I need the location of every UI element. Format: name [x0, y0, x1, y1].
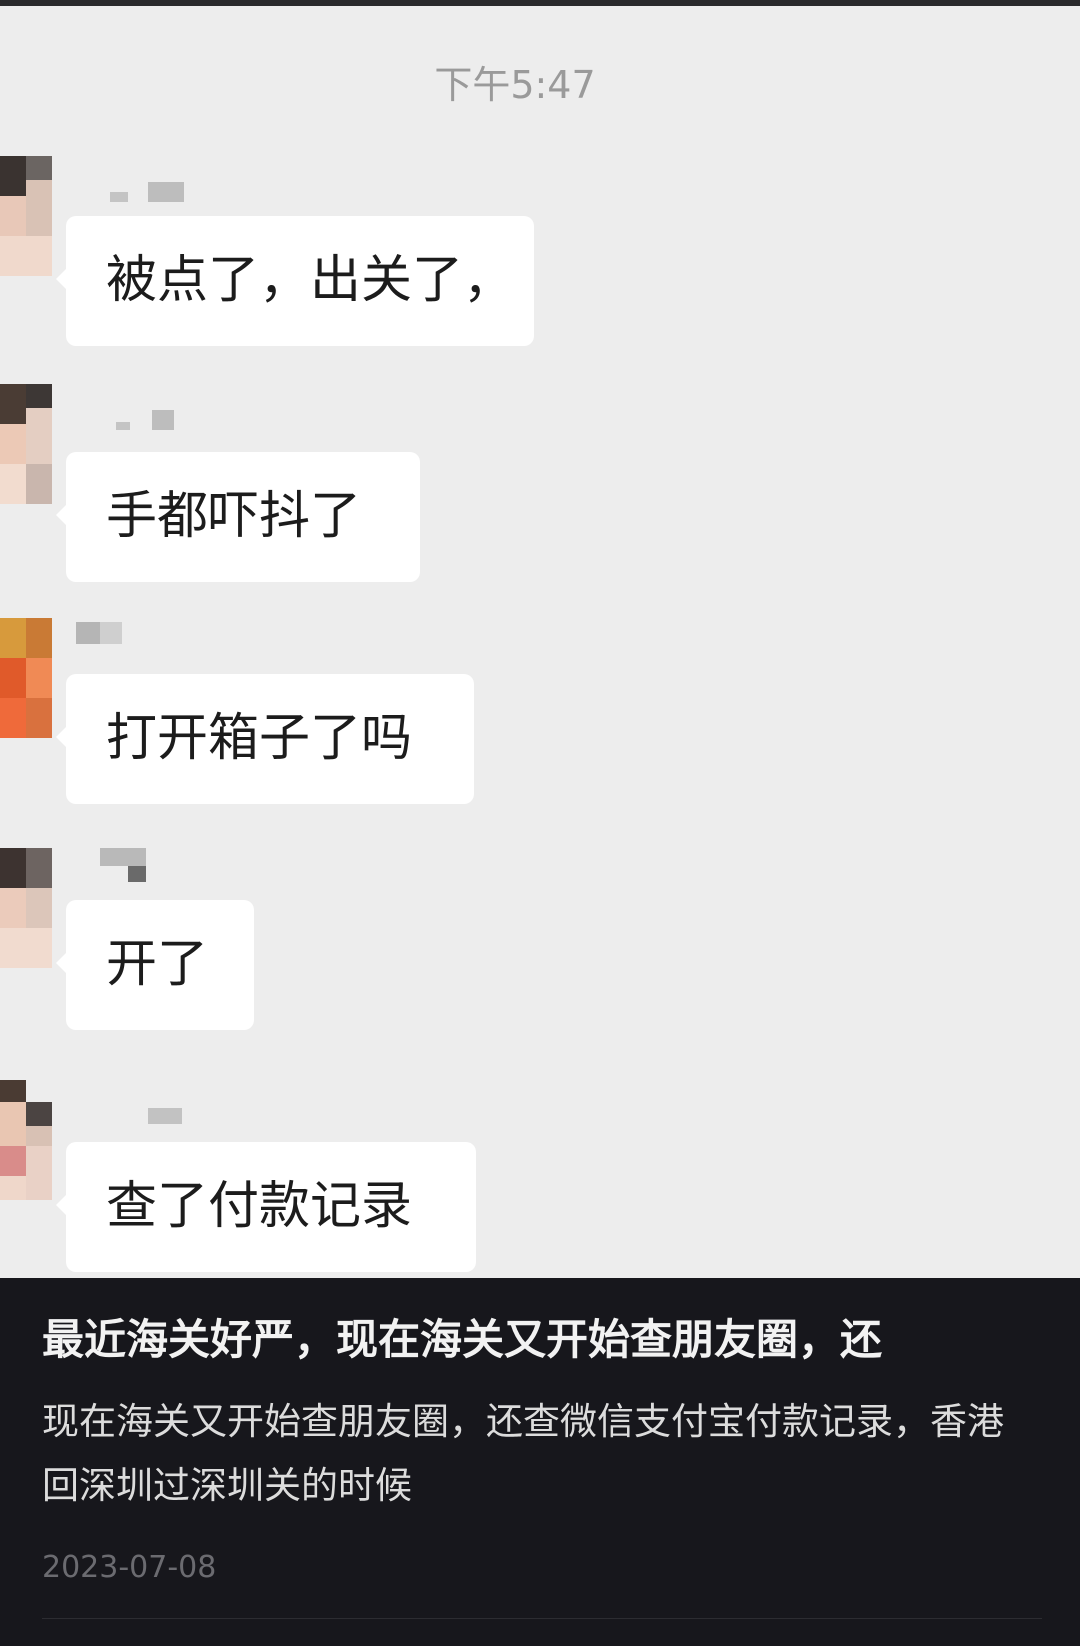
sender-name-blurred: [72, 622, 212, 652]
message-text: 查了付款记录: [106, 1177, 413, 1236]
sender-name-blurred: [72, 410, 212, 440]
message-text: 开了: [106, 935, 209, 994]
post-caption-panel: 最近海关好严，现在海关又开始查朋友圈，还 现在海关又开始查朋友圈，还查微信支付宝…: [0, 1278, 1080, 1646]
sender-name-blurred: [72, 1108, 212, 1138]
divider: [42, 1618, 1042, 1619]
sender-name-blurred: [72, 182, 212, 212]
avatar[interactable]: [0, 848, 52, 968]
message-bubble[interactable]: 手都吓抖了: [56, 452, 420, 582]
post-title[interactable]: 最近海关好严，现在海关又开始查朋友圈，还: [42, 1306, 1042, 1367]
message-bubble[interactable]: 查了付款记录: [56, 1142, 476, 1272]
post-date: 2023-07-08: [42, 1550, 217, 1585]
message-bubble[interactable]: 被点了，出关了，: [56, 216, 534, 346]
message-bubble[interactable]: 开了: [56, 900, 254, 1030]
sender-name-blurred: [72, 848, 212, 882]
message-bubble[interactable]: 打开箱子了吗: [56, 674, 474, 804]
message-text: 被点了，出关了，: [106, 251, 515, 310]
avatar[interactable]: [0, 156, 52, 276]
message-text: 手都吓抖了: [106, 487, 362, 546]
avatar[interactable]: [0, 384, 52, 504]
chat-screenshot: 下午5:47 被点了，出关了， 手都吓抖了 打开箱子了吗 开了 查了付款记录: [0, 6, 1080, 1278]
avatar[interactable]: [0, 618, 52, 738]
message-text: 打开箱子了吗: [106, 709, 413, 768]
post-description[interactable]: 现在海关又开始查朋友圈，还查微信支付宝付款记录，香港回深圳过深圳关的时候: [42, 1390, 1032, 1518]
chat-timestamp: 下午5:47: [434, 63, 596, 107]
avatar[interactable]: [0, 1080, 52, 1200]
